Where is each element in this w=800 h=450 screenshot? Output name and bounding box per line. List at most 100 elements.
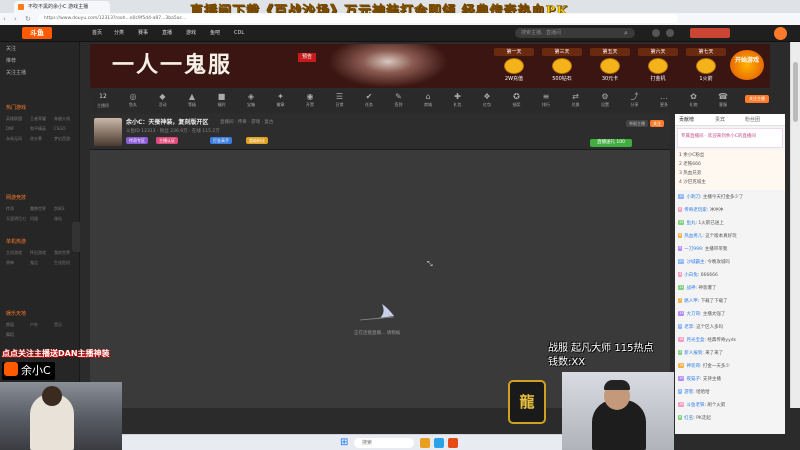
history-icon[interactable] (652, 29, 660, 37)
nav-fishbar[interactable]: 鱼吧 (210, 28, 220, 38)
toolbar-icon-button[interactable]: ✔ 任务 (356, 92, 382, 108)
toolbar-icon-button[interactable]: ◈ 宝箱 (238, 92, 264, 108)
rank-count[interactable]: 12 主播榜 (90, 92, 116, 110)
toolbar-icon-button[interactable]: … 更多 (651, 92, 677, 108)
chat-username[interactable]: 传奇老玩家 (684, 208, 707, 213)
sidebar-link[interactable]: 鬼泣 (30, 260, 38, 266)
chat-username[interactable]: 一刀999 (684, 247, 702, 252)
follow-anchor-button[interactable]: 关注主播 (745, 95, 769, 103)
ad-start-game-button[interactable]: 开始游戏 (730, 50, 764, 80)
chat-username[interactable]: 老李 (684, 325, 693, 330)
toolbar-icon-button[interactable]: ❖ 红包 (474, 92, 500, 108)
rank-item[interactable]: 4 沙巴克城主 (679, 179, 706, 186)
chat-username[interactable]: 红名 (684, 416, 693, 421)
tab-vip[interactable]: 贵宾 (715, 116, 725, 123)
rank-item[interactable]: 1 余小C粉丝 (679, 152, 704, 159)
sidebar-item-followed[interactable]: 关注主播 (6, 70, 26, 77)
toolbar-icon-button[interactable]: ⇄ 兑换 (563, 92, 589, 108)
report-button[interactable]: 举报主播 (626, 120, 648, 127)
browser-nav-icons[interactable]: ‹ › ↻ (3, 14, 34, 24)
sidebar-link[interactable]: 天涯明月刀 (6, 216, 26, 222)
sidebar-link[interactable]: DNF (6, 126, 14, 132)
video-player[interactable]: 正在连接直播... 请稍候 ⤡ (90, 150, 670, 408)
toolbar-icon-button[interactable]: ≡ 排行 (533, 92, 559, 108)
toolbar-icon-button[interactable]: ✦ 徽章 (268, 92, 294, 108)
rank-item[interactable]: 2 老铁666 (679, 161, 701, 168)
sidebar-link[interactable]: 永劫无间 (6, 136, 22, 142)
chat-username[interactable]: 沙城霸主 (686, 260, 704, 265)
chat-username[interactable]: 路人甲 (684, 299, 698, 304)
chat-username[interactable]: 斗鱼老铁 (686, 403, 704, 408)
sidebar-link[interactable]: 诛仙 (54, 216, 62, 222)
toolbar-icon-button[interactable]: ◉ 开黑 (297, 92, 323, 108)
streamer-chip[interactable]: 传奇专区 (126, 137, 148, 144)
tab-contribution[interactable]: 贡献榜 (679, 116, 694, 123)
sidebar-link[interactable]: 王者荣耀 (30, 116, 46, 122)
chat-username[interactable]: 游客 (684, 390, 693, 395)
toolbar-icon-button[interactable]: ⚙ 设置 (592, 92, 618, 108)
toolbar-icon-button[interactable]: ⌂ 商城 (415, 92, 441, 108)
toolbar-icon-button[interactable]: ✚ 礼包 (445, 92, 471, 108)
sidebar-link[interactable]: 户外 (30, 322, 38, 328)
file-explorer-icon[interactable] (420, 438, 430, 448)
sidebar-collapse-handle[interactable] (72, 222, 80, 252)
sidebar-link[interactable]: 传奇 (6, 206, 14, 212)
sidebar-link[interactable]: 主机游戏 (6, 250, 22, 256)
follow-button[interactable]: 关注 (650, 120, 664, 127)
tab-fanclub[interactable]: 粉丝团 (745, 116, 760, 123)
scrollbar-thumb[interactable] (793, 62, 798, 122)
sidebar-item-follow[interactable]: 关注 (6, 46, 16, 53)
app-icon[interactable] (448, 438, 458, 448)
windows-start-icon[interactable]: ⊞ (340, 438, 350, 448)
sidebar-link[interactable]: 梦幻西游 (54, 136, 70, 142)
fpl-badge[interactable] (690, 28, 730, 38)
chat-username[interactable]: 小刺刀 (686, 195, 700, 200)
sidebar-link[interactable]: 逆水寒 (30, 136, 42, 142)
toolbar-icon-button[interactable]: ▲ 等级 (179, 92, 205, 108)
download-icon[interactable] (666, 29, 674, 37)
sidebar-link[interactable]: 剑网3 (54, 206, 65, 212)
sidebar-section-title[interactable]: 娱乐天地 (6, 310, 26, 318)
sidebar-section-title[interactable]: 网游竞技 (6, 194, 26, 202)
sidebar-link[interactable]: CSGO (54, 126, 66, 132)
nav-cdl[interactable]: CDL (234, 28, 244, 38)
sidebar-link[interactable]: 生化危机 (54, 260, 70, 266)
site-search-input[interactable]: 搜索主播、直播间 (515, 28, 635, 38)
toolbar-icon-button[interactable]: ☰ 日常 (327, 92, 353, 108)
chat-username[interactable]: 小白兔 (684, 273, 698, 278)
streamer-chip[interactable]: 主播认证 (156, 137, 178, 144)
sidebar-section-title[interactable]: 单机热游 (6, 238, 26, 246)
streamer-chip[interactable]: 超级粉丝 (246, 137, 268, 144)
rank-item[interactable]: 3 热血兄弟 (679, 170, 701, 177)
chat-username[interactable]: 热血男儿 (684, 234, 702, 239)
sidebar-link[interactable]: 问道 (30, 216, 38, 222)
address-bar[interactable]: https://www.douyu.com/12313?rooh...e0c9f… (38, 14, 678, 23)
ad-banner[interactable]: 一人一鬼服 预告 第一天 2W充值 第三天 500钻石 第五天 30元卡 第六天… (90, 44, 770, 88)
sidebar-item-recommend[interactable]: 推荐 (6, 58, 16, 65)
toolbar-icon-button[interactable]: ■ 福利 (209, 92, 235, 108)
toolbar-icon-button[interactable]: ✪ 抽奖 (504, 92, 530, 108)
taskbar-search[interactable]: 搜索 (354, 438, 414, 448)
sidebar-link[interactable]: 怀旧游戏 (30, 250, 46, 256)
sidebar-link[interactable]: 我的世界 (54, 250, 70, 256)
toolbar-icon-button[interactable]: ☎ 客服 (710, 92, 736, 108)
sidebar-link[interactable]: 音乐 (54, 322, 62, 328)
toolbar-icon-button[interactable]: ◆ 活动 (150, 92, 176, 108)
nav-home[interactable]: 首页 (92, 28, 102, 38)
nav-live[interactable]: 直播 (162, 28, 172, 38)
page-scrollbar[interactable] (790, 42, 800, 408)
toolbar-icon-button[interactable]: ◎ 鱼丸 (120, 92, 146, 108)
nav-games[interactable]: 游戏 (186, 28, 196, 38)
streamer-chip[interactable]: 打金高手 (210, 137, 232, 144)
chat-username[interactable]: 大刀哥 (686, 312, 700, 317)
browser-tab[interactable]: 不吹不黑的余小C 游戏主播 (14, 1, 110, 13)
toolbar-icon-button[interactable]: ⤴ 分享 (622, 92, 648, 108)
toolbar-icon-button[interactable]: ✎ 签到 (386, 92, 412, 108)
sidebar-link[interactable]: 原神 (6, 260, 14, 266)
sidebar-link[interactable]: 英雄联盟 (6, 116, 22, 122)
user-avatar[interactable] (774, 27, 787, 40)
search-icon[interactable]: ⌕ (624, 29, 628, 38)
sidebar-link[interactable]: 穿越火线 (54, 116, 70, 122)
toolbar-icon-button[interactable]: ✿ 礼物 (681, 92, 707, 108)
edge-browser-icon[interactable] (434, 438, 444, 448)
